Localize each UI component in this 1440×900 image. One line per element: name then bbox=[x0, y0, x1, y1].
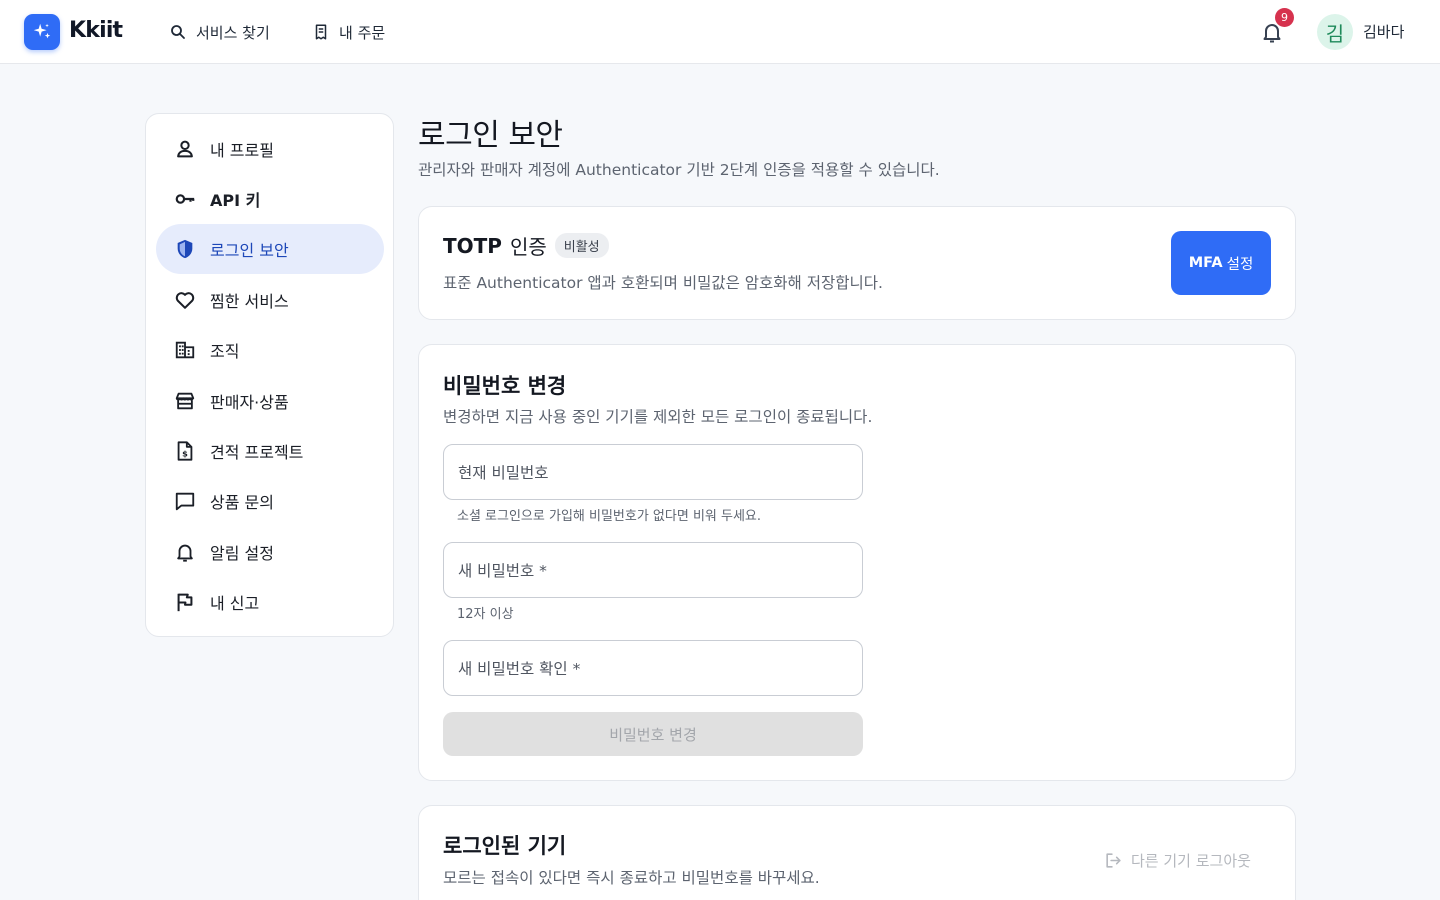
confirm-password-field[interactable]: 새 비밀번호 확인 * bbox=[443, 640, 863, 696]
totp-card: TOTP 인증 비활성 표준 Authenticator 앱과 호환되며 비밀값… bbox=[418, 206, 1296, 320]
account-sidebar: 내 프로필 API 키 로그인 보안 찜한 서비스 조직 판매자·상품 $ 견적… bbox=[145, 113, 394, 637]
sidebar-item-label: 내 프로필 bbox=[210, 141, 274, 160]
notification-count-badge: 9 bbox=[1275, 8, 1294, 27]
sidebar-item-product-inquiries[interactable]: 상품 문의 bbox=[156, 476, 384, 526]
change-password-button[interactable]: 비밀번호 변경 bbox=[443, 712, 863, 756]
new-password-helper: 12자 이상 bbox=[457, 607, 514, 622]
sparkle-icon bbox=[33, 23, 51, 39]
new-password-field[interactable]: 새 비밀번호 * bbox=[443, 542, 863, 598]
devices-section-description: 모르는 접속이 있다면 즉시 종료하고 비밀번호를 바꾸세요. bbox=[443, 869, 820, 887]
devices-section-title: 로그인된 기기 bbox=[443, 834, 567, 858]
logout-other-devices-button[interactable]: 다른 기기 로그아웃 bbox=[1104, 850, 1251, 871]
totp-title-rest: 인증 bbox=[509, 235, 547, 259]
mfa-button-strong: MFA bbox=[1188, 255, 1223, 271]
sidebar-item-organization[interactable]: 조직 bbox=[156, 325, 384, 375]
key-icon bbox=[175, 194, 195, 204]
nav-my-orders[interactable]: 내 주문 bbox=[312, 20, 385, 44]
password-change-card: 비밀번호 변경 변경하면 지금 사용 중인 기기를 제외한 모든 로그인이 종료… bbox=[418, 344, 1296, 781]
mfa-setup-button[interactable]: MFA 설정 bbox=[1171, 231, 1271, 295]
brand-logo[interactable] bbox=[24, 14, 60, 50]
sidebar-item-label: 내 신고 bbox=[210, 594, 260, 613]
sidebar-item-label: 판매자·상품 bbox=[210, 393, 289, 412]
sidebar-item-api-keys[interactable]: API 키 bbox=[156, 174, 384, 224]
building-icon bbox=[175, 341, 195, 359]
nav-my-orders-label: 내 주문 bbox=[339, 23, 386, 42]
current-password-label: 현재 비밀번호 bbox=[458, 464, 549, 482]
avatar[interactable]: 김 bbox=[1317, 14, 1353, 50]
chat-icon bbox=[175, 492, 195, 511]
mfa-button-rest: 설정 bbox=[1226, 256, 1254, 273]
search-icon bbox=[171, 25, 185, 39]
totp-description: 표준 Authenticator 앱과 호환되며 비밀값은 암호화해 저장합니다… bbox=[443, 274, 883, 292]
svg-text:$: $ bbox=[182, 449, 188, 459]
flag-icon bbox=[177, 593, 193, 612]
current-password-field[interactable]: 현재 비밀번호 bbox=[443, 444, 863, 500]
totp-title-strong: TOTP bbox=[443, 233, 502, 258]
sidebar-item-login-security[interactable]: 로그인 보안 bbox=[156, 224, 384, 274]
sidebar-item-label: 조직 bbox=[210, 342, 240, 361]
sidebar-item-favorites[interactable]: 찜한 서비스 bbox=[156, 275, 384, 325]
confirm-password-label: 새 비밀번호 확인 * bbox=[458, 660, 581, 678]
sidebar-item-quote-projects[interactable]: $ 견적 프로젝트 bbox=[156, 426, 384, 476]
totp-title: TOTP 인증 비활성 bbox=[443, 231, 609, 260]
sidebar-item-label: 알림 설정 bbox=[210, 544, 274, 563]
brand-name[interactable]: Kkiit bbox=[69, 18, 123, 43]
sidebar-item-label: 견적 프로젝트 bbox=[210, 443, 304, 462]
nav-find-services[interactable]: 서비스 찾기 bbox=[169, 20, 270, 44]
bell-icon bbox=[177, 544, 193, 562]
sidebar-item-seller-products[interactable]: 판매자·상품 bbox=[156, 376, 384, 426]
user-name[interactable]: 김바다 bbox=[1363, 20, 1404, 44]
current-password-helper: 소셜 로그인으로 가입해 비밀번호가 없다면 비워 두세요. bbox=[457, 509, 762, 524]
sidebar-item-notification-settings[interactable]: 알림 설정 bbox=[156, 527, 384, 577]
logout-other-devices-label: 다른 기기 로그아웃 bbox=[1131, 852, 1251, 870]
sidebar-item-profile[interactable]: 내 프로필 bbox=[156, 124, 384, 174]
password-section-description: 변경하면 지금 사용 중인 기기를 제외한 모든 로그인이 종료됩니다. bbox=[443, 408, 873, 426]
nav-find-services-label: 서비스 찾기 bbox=[196, 23, 270, 42]
heart-icon bbox=[175, 292, 195, 309]
page-subtitle: 관리자와 판매자 계정에 Authenticator 기반 2단계 인증을 적용… bbox=[418, 161, 940, 179]
new-password-label: 새 비밀번호 * bbox=[458, 562, 547, 580]
sidebar-item-label: 로그인 보안 bbox=[210, 241, 289, 260]
sidebar-item-label: API 키 bbox=[210, 191, 261, 210]
invoice-icon: $ bbox=[177, 441, 193, 461]
sidebar-item-label: 찜한 서비스 bbox=[210, 292, 289, 311]
page-title: 로그인 보안 bbox=[418, 118, 563, 153]
shield-icon bbox=[177, 239, 193, 259]
user-icon bbox=[177, 140, 193, 158]
logout-icon bbox=[1106, 853, 1121, 868]
sidebar-item-label: 상품 문의 bbox=[210, 493, 274, 512]
receipt-icon bbox=[315, 24, 327, 40]
password-section-title: 비밀번호 변경 bbox=[443, 374, 567, 398]
store-icon bbox=[175, 392, 195, 410]
top-header: Kkiit 서비스 찾기 내 주문 9 김 김바다 bbox=[0, 0, 1440, 64]
sidebar-item-my-reports[interactable]: 내 신고 bbox=[156, 577, 384, 627]
status-badge: 비활성 bbox=[554, 233, 609, 258]
logged-in-devices-card: 로그인된 기기 모르는 접속이 있다면 즉시 종료하고 비밀번호를 바꾸세요. … bbox=[418, 805, 1296, 900]
